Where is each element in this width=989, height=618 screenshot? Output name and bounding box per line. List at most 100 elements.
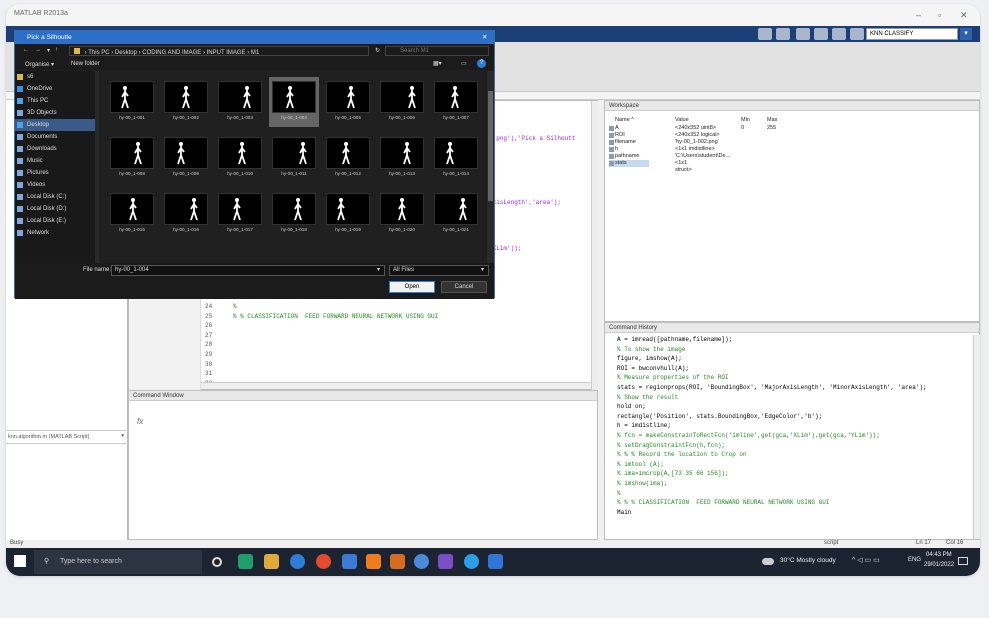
cut-icon[interactable]: [776, 28, 790, 40]
nav-item[interactable]: s6: [15, 71, 95, 83]
forward-arrow-icon[interactable]: →: [35, 47, 41, 53]
history-entry[interactable]: Main: [617, 508, 969, 518]
file-thumbnail[interactable]: hy-00_1-018: [269, 189, 319, 239]
file-thumbnail[interactable]: hy-00_1-008: [107, 133, 157, 183]
file-thumbnail[interactable]: hy-00_1-014: [431, 133, 481, 183]
search-dropdown-icon[interactable]: ▾: [960, 28, 972, 40]
breadcrumb-item[interactable]: INPUT IMAGE: [207, 50, 246, 56]
file-thumbnail[interactable]: hy-00_1-012: [323, 133, 373, 183]
open-button[interactable]: Open: [389, 281, 435, 293]
task-view-icon[interactable]: [212, 557, 222, 567]
files-scrollbar[interactable]: [487, 71, 494, 263]
chevron-down-icon[interactable]: ▾: [377, 266, 380, 273]
editor-scrollbar[interactable]: [591, 101, 598, 391]
nav-item[interactable]: Local Disk (E:): [15, 215, 95, 227]
minimize-icon[interactable]: –: [916, 10, 921, 20]
history-entry[interactable]: % ima=imcrop(A,[73 35 66 156]);: [617, 469, 969, 479]
file-thumbnail[interactable]: hy-00_1-015: [107, 189, 157, 239]
dialog-search-input[interactable]: Search M1: [385, 46, 489, 56]
chevron-down-icon[interactable]: ▾: [481, 266, 484, 273]
taskbar-search[interactable]: ⚲ Type here to search: [34, 550, 202, 574]
nav-item[interactable]: OneDrive: [15, 83, 95, 95]
code-line[interactable]: %: [233, 303, 237, 310]
nav-item[interactable]: Network: [15, 227, 95, 239]
copy-icon[interactable]: [796, 28, 810, 40]
file-thumbnail[interactable]: hy-00_1-010: [215, 133, 265, 183]
help-icon[interactable]: [850, 28, 864, 40]
chrome-icon[interactable]: [316, 554, 331, 569]
history-entry[interactable]: rectangle('Position', stats.BoundingBox,…: [617, 412, 969, 422]
file-thumbnail[interactable]: hy-00_1-001: [107, 77, 157, 127]
file-thumbnail[interactable]: hy-00_1-009: [161, 133, 211, 183]
history-entry[interactable]: ROI = bwconvhull(A);: [617, 364, 969, 374]
maximize-icon[interactable]: ▫: [938, 10, 941, 20]
history-entry[interactable]: % % % Record the location to Crop on: [617, 450, 969, 460]
file-explorer-icon[interactable]: [264, 554, 279, 569]
clock-date[interactable]: 29/01/2022: [924, 562, 954, 568]
nav-item[interactable]: 3D Objects: [15, 107, 95, 119]
nav-item[interactable]: This PC: [15, 95, 95, 107]
history-scrollbar[interactable]: [973, 335, 980, 539]
weather-icon[interactable]: [762, 558, 774, 565]
save-icon[interactable]: [758, 28, 772, 40]
file-thumbnail[interactable]: hy-00_1-020: [377, 189, 427, 239]
app-icon[interactable]: [438, 554, 453, 569]
file-thumbnail[interactable]: hy-00_1-017: [215, 189, 265, 239]
file-thumbnail[interactable]: hy-00_1-007: [431, 77, 481, 127]
history-entry[interactable]: A = imread([pathname,filename]);: [617, 335, 969, 345]
file-type-select[interactable]: All Files: [389, 265, 489, 276]
history-entry[interactable]: stats = regionprops(ROI, 'BoundingBox', …: [617, 383, 969, 393]
breadcrumb-item[interactable]: CODING AND IMAGE: [142, 50, 201, 56]
file-thumbnail[interactable]: hy-00_1-006: [377, 77, 427, 127]
file-thumbnail[interactable]: hy-00_1-013: [377, 133, 427, 183]
breadcrumb-item[interactable]: Desktop: [115, 50, 137, 56]
history-entry[interactable]: figure, imshow(A);: [617, 354, 969, 364]
tray-icons[interactable]: ^ ◁ ▭ ▭: [852, 556, 880, 564]
back-arrow-icon[interactable]: ←: [23, 47, 29, 53]
history-entry[interactable]: h = imdistline;: [617, 421, 969, 431]
history-entry[interactable]: % fcn = makeConstrainToRectFcn('imline',…: [617, 431, 969, 441]
ws-header-max[interactable]: Max: [767, 117, 777, 124]
app-icon[interactable]: [366, 554, 381, 569]
file-thumbnail[interactable]: hy-00_1-004: [269, 77, 319, 127]
file-thumbnail[interactable]: hy-00_1-011: [269, 133, 319, 183]
close-icon[interactable]: ✕: [960, 10, 968, 21]
editor-hscrollbar[interactable]: [201, 382, 591, 389]
file-thumbnail[interactable]: hy-00_1-021: [431, 189, 481, 239]
workspace-row[interactable]: filename 'hy-00_1-002.png': [609, 139, 809, 146]
app-icon[interactable]: [464, 554, 479, 569]
nav-item[interactable]: Desktop: [15, 119, 95, 131]
preview-pane-icon[interactable]: ▭: [461, 60, 467, 67]
workspace-row[interactable]: stats <1x1 struct>: [609, 160, 692, 173]
history-entry[interactable]: % % % CLASSIFICATION FEED FORWARD NEURAL…: [617, 498, 969, 508]
chevron-down-icon[interactable]: ▾: [121, 433, 124, 439]
history-entry[interactable]: % Show the result: [617, 393, 969, 403]
view-options-icon[interactable]: ▦▾: [433, 60, 442, 67]
ws-header-value[interactable]: Value: [675, 117, 689, 124]
history-entry[interactable]: % imtool (A);: [617, 460, 969, 470]
history-entry[interactable]: %: [617, 489, 969, 499]
history-entry[interactable]: % Measure properties of the ROI: [617, 373, 969, 383]
breadcrumb-item[interactable]: M1: [251, 50, 259, 56]
file-thumbnail[interactable]: hy-00_1-002: [161, 77, 211, 127]
app-icon[interactable]: [488, 554, 503, 569]
workspace-row[interactable]: h <1x1 imdistline>: [609, 146, 809, 153]
nav-item[interactable]: Downloads: [15, 143, 95, 155]
up-arrow-icon[interactable]: ↑: [55, 47, 58, 53]
recent-chevron-icon[interactable]: ▾: [47, 47, 50, 54]
file-thumbnail[interactable]: hy-00_1-005: [323, 77, 373, 127]
language-indicator[interactable]: ENG: [908, 557, 921, 563]
matlab-icon[interactable]: [390, 554, 405, 569]
paste-icon[interactable]: [814, 28, 828, 40]
ws-header-min[interactable]: Min: [741, 117, 750, 124]
search-documentation-field[interactable]: KNN CLASSIFY: [866, 28, 958, 40]
history-entry[interactable]: hold on;: [617, 402, 969, 412]
command-window[interactable]: Command Window fx: [128, 390, 598, 540]
history-entry[interactable]: % imshow(ima);: [617, 479, 969, 489]
nav-item[interactable]: Documents: [15, 131, 95, 143]
app-icon[interactable]: [414, 554, 429, 569]
workspace-row[interactable]: ROI <240x352 logical>: [609, 132, 809, 139]
clock-time[interactable]: 04:43 PM: [926, 552, 952, 558]
organise-button[interactable]: Organise ▾: [25, 61, 54, 68]
cancel-button[interactable]: Cancel: [441, 281, 487, 293]
